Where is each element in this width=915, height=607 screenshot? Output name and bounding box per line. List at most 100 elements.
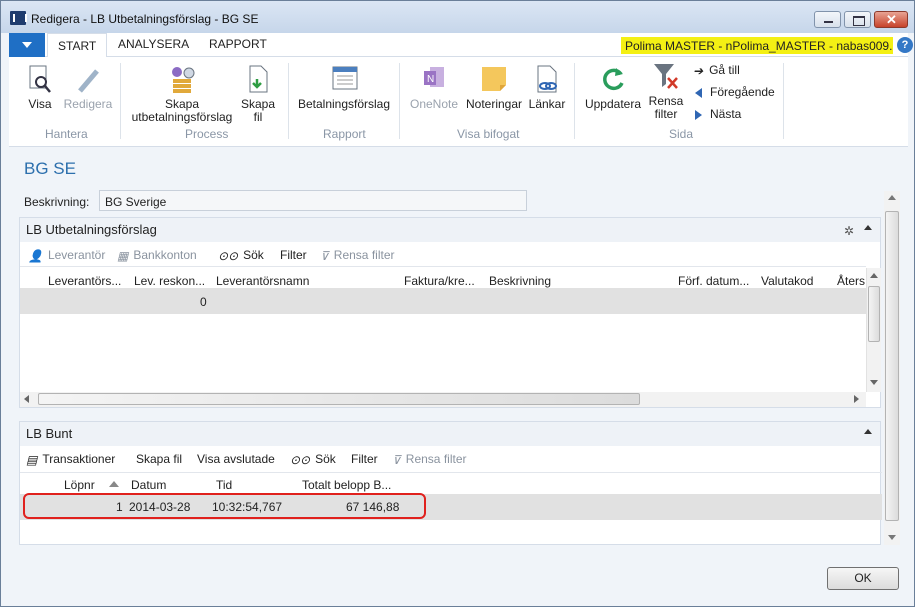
foregaende-button[interactable]: Föregående [695, 85, 775, 99]
page-scrollbar[interactable] [884, 191, 900, 545]
onenote-button[interactable]: N OneNote [407, 65, 461, 111]
ribbon-separator [288, 63, 289, 139]
col-header[interactable]: Tid [216, 478, 232, 492]
leverantor-action[interactable]: 👤 Leverantör [28, 248, 105, 263]
rensa-label-2: filter [654, 107, 678, 121]
noteringar-button[interactable]: Noteringar [464, 65, 524, 111]
minimize-button[interactable] [814, 11, 841, 28]
sok-action[interactable]: ⊙⊙ Sök [218, 248, 264, 263]
group-label-rapport: Rapport [323, 127, 366, 141]
bankkonton-label: Bankkonton [133, 248, 197, 262]
visaavslutade-label: Visa avslutade [197, 452, 275, 466]
ribbon-separator [399, 63, 400, 139]
ribbon-separator [783, 63, 784, 139]
betalningsforslag-label: Betalningsförslag [297, 97, 391, 111]
gatill-label: Gå till [709, 63, 740, 77]
lev-reskon-cell: 0 [200, 295, 207, 309]
scroll-left-icon[interactable] [24, 395, 29, 403]
help-icon[interactable]: ? [897, 37, 913, 53]
triangle-left-icon [695, 87, 702, 98]
bank-icon: ▦ [117, 248, 129, 263]
highlight-annotation [23, 493, 426, 519]
scroll-down-icon[interactable] [870, 380, 878, 385]
col-header[interactable]: Valutakod [761, 274, 813, 288]
nasta-button[interactable]: Nästa [695, 107, 741, 121]
rensa-filter-button[interactable]: Rensa filter [646, 62, 686, 121]
rensa-filter-label: Rensa filter [405, 452, 467, 466]
ga-till-button[interactable]: ➔ Gå till [693, 63, 740, 78]
table-scroll-thumb[interactable] [868, 286, 880, 342]
scroll-up-icon[interactable] [870, 273, 878, 278]
beskrivning-label: Beskrivning: [24, 195, 90, 209]
person-icon: 👤 [28, 248, 43, 263]
skapa-fil-action[interactable]: Skapa fil [136, 452, 182, 466]
col-header[interactable]: Löpnr [64, 478, 95, 492]
tab-rapport[interactable]: RAPPORT [209, 37, 267, 51]
uppdatera-label: Uppdatera [584, 97, 642, 111]
ribbon-tabbar: START ANALYSERA RAPPORT Polima MASTER - … [9, 33, 913, 58]
app-menu-button[interactable] [9, 33, 45, 57]
skapa-fil-button[interactable]: Skapa fil [239, 65, 277, 124]
app-logo-icon [10, 11, 27, 25]
scroll-up-icon[interactable] [888, 195, 896, 200]
skapa-utbetalningsforslag-button[interactable]: Skapa utbetalningsförslag [127, 65, 237, 124]
col-header[interactable]: Lev. reskon... [134, 274, 205, 288]
col-header[interactable]: Faktura/kre... [404, 274, 475, 288]
filter-action[interactable]: Filter [351, 452, 378, 466]
uppdatera-button[interactable]: Uppdatera [583, 65, 643, 111]
group-label-visa-bifogat: Visa bifogat [457, 127, 520, 141]
sok-action[interactable]: ⊙⊙ Sök [290, 452, 336, 467]
rensa-filter-action[interactable]: ⊽ Rensa filter [392, 452, 467, 467]
collapse-chevron-icon[interactable] [864, 225, 872, 230]
redigera-label: Redigera [63, 97, 113, 111]
dialog-window: Redigera - LB Utbetalningsförslag - BG S… [0, 0, 915, 607]
betalningsforslag-button[interactable]: Betalningsförslag [295, 65, 393, 111]
scroll-down-icon[interactable] [888, 535, 896, 540]
collapse-chevron-icon[interactable] [864, 429, 872, 434]
lb-bunt-part: LB Bunt ▤ Transaktioner Skapa fil Visa av… [19, 421, 882, 545]
table-hscroll[interactable] [20, 392, 866, 407]
part-title: LB Bunt [26, 426, 73, 441]
noteringar-label: Noteringar [465, 97, 523, 111]
group-label-hantera: Hantera [45, 127, 88, 141]
clear-filter-icon: ⊽ [392, 452, 401, 467]
tab-start[interactable]: START [47, 33, 108, 58]
sort-ascending-icon[interactable] [109, 481, 119, 487]
filter-action[interactable]: Filter [280, 248, 307, 262]
lankar-button[interactable]: Länkar [527, 65, 567, 111]
scroll-right-icon[interactable] [854, 395, 859, 403]
skapafil-label-2: fil [253, 110, 263, 124]
close-button[interactable]: ✕ [874, 11, 908, 28]
maximize-button[interactable] [844, 11, 871, 28]
redigera-button[interactable]: Redigera [63, 65, 113, 111]
filter-label: Filter [351, 452, 378, 466]
hscroll-thumb[interactable] [38, 393, 640, 405]
ok-button[interactable]: OK [827, 567, 899, 590]
refresh-icon [600, 65, 626, 95]
transaktioner-action[interactable]: ▤ Transaktioner [26, 452, 115, 467]
beskrivning-field[interactable]: BG Sverige [99, 190, 527, 211]
rensa-filter-action[interactable]: ⊽ Rensa filter [320, 248, 395, 263]
page-title: BG SE [24, 159, 76, 178]
rensa-filter-label: Rensa filter [333, 248, 395, 262]
col-header[interactable]: Förf. datum... [678, 274, 749, 288]
visa-avslutade-action[interactable]: Visa avslutade [197, 452, 275, 466]
col-header[interactable]: Datum [131, 478, 166, 492]
col-header[interactable]: Återst [837, 274, 865, 288]
create-proposal-icon [169, 65, 195, 95]
create-file-icon [245, 65, 271, 95]
clear-filter-icon: ⊽ [320, 248, 329, 263]
col-header[interactable]: Leverantörs... [48, 274, 121, 288]
col-header[interactable]: Leverantörsnamn [216, 274, 309, 288]
visa-button[interactable]: Visa [23, 65, 57, 111]
page-scroll-thumb[interactable] [885, 211, 899, 521]
notes-icon [481, 65, 507, 95]
table-vscroll[interactable] [866, 268, 881, 392]
gear-icon[interactable]: ✲ [844, 224, 854, 238]
col-header[interactable]: Beskrivning [489, 274, 551, 288]
table-row[interactable]: 0 [20, 288, 866, 314]
col-header[interactable]: Totalt belopp B... [302, 478, 391, 492]
bankkonton-action[interactable]: ▦ Bankkonton [117, 248, 197, 263]
tab-analysera[interactable]: ANALYSERA [118, 37, 189, 51]
group-label-process: Process [185, 127, 229, 141]
